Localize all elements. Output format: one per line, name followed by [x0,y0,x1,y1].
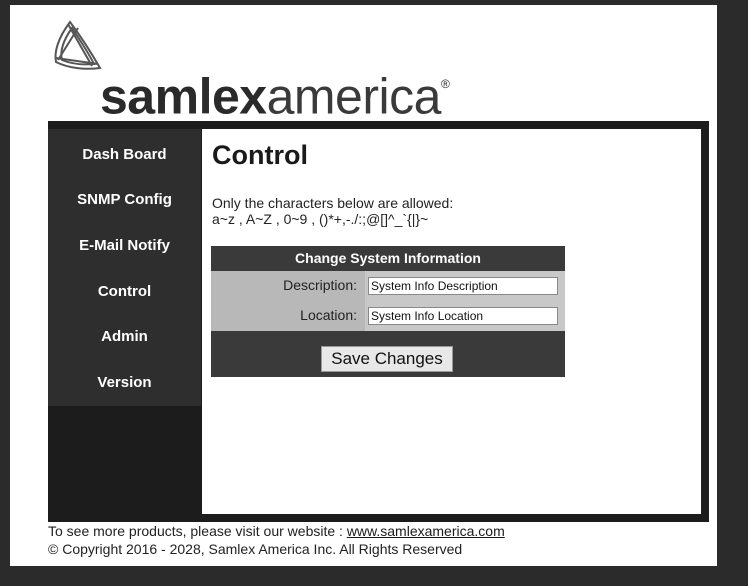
form-title: Change System Information [211,246,565,271]
sidebar-item-snmp-config[interactable]: SNMP Config [48,191,201,208]
note-line-1: Only the characters below are allowed: [212,195,454,211]
sidebar: Dash Board SNMP Config E-Mail Notify Con… [48,129,201,406]
page-title: Control [212,140,308,170]
logo-text-light: america [266,68,442,125]
sidebar-item-dashboard[interactable]: Dash Board [48,146,201,163]
footer-copyright: © Copyright 2016 - 2028, Samlex America … [48,541,463,557]
website-link[interactable]: www.samlexamerica.com [347,523,505,539]
outer-frame-bottom [0,566,748,586]
sidebar-item-email-notify[interactable]: E-Mail Notify [48,237,201,254]
location-input[interactable] [368,307,558,325]
description-input[interactable] [368,277,558,295]
footer: To see more products, please visit our w… [48,522,505,558]
location-label: Location: [300,307,357,323]
footer-visit-text: To see more products, please visit our w… [48,523,347,539]
allowed-characters-note: Only the characters below are allowed: a… [212,195,453,227]
outer-frame-left [0,0,10,586]
outer-frame-top [10,0,717,5]
save-changes-button[interactable]: Save Changes [321,346,453,372]
sidebar-item-version[interactable]: Version [48,374,201,391]
description-label: Description: [283,277,357,293]
logo-text-bold: samlex [100,68,267,125]
samlex-triangle-icon [54,20,102,70]
outer-frame-right [717,0,748,586]
sidebar-item-control[interactable]: Control [48,283,201,300]
note-line-2: a~z , A~Z , 0~9 , ()*+,-./:;@[]^_`{|}~ [212,211,429,227]
samlex-logo: samlexamerica® [48,18,508,125]
registered-mark: ® [440,77,450,91]
footer-visit-line: To see more products, please visit our w… [48,522,505,540]
samlex-wordmark: samlexamerica® [100,64,450,125]
sidebar-item-admin[interactable]: Admin [48,328,201,345]
